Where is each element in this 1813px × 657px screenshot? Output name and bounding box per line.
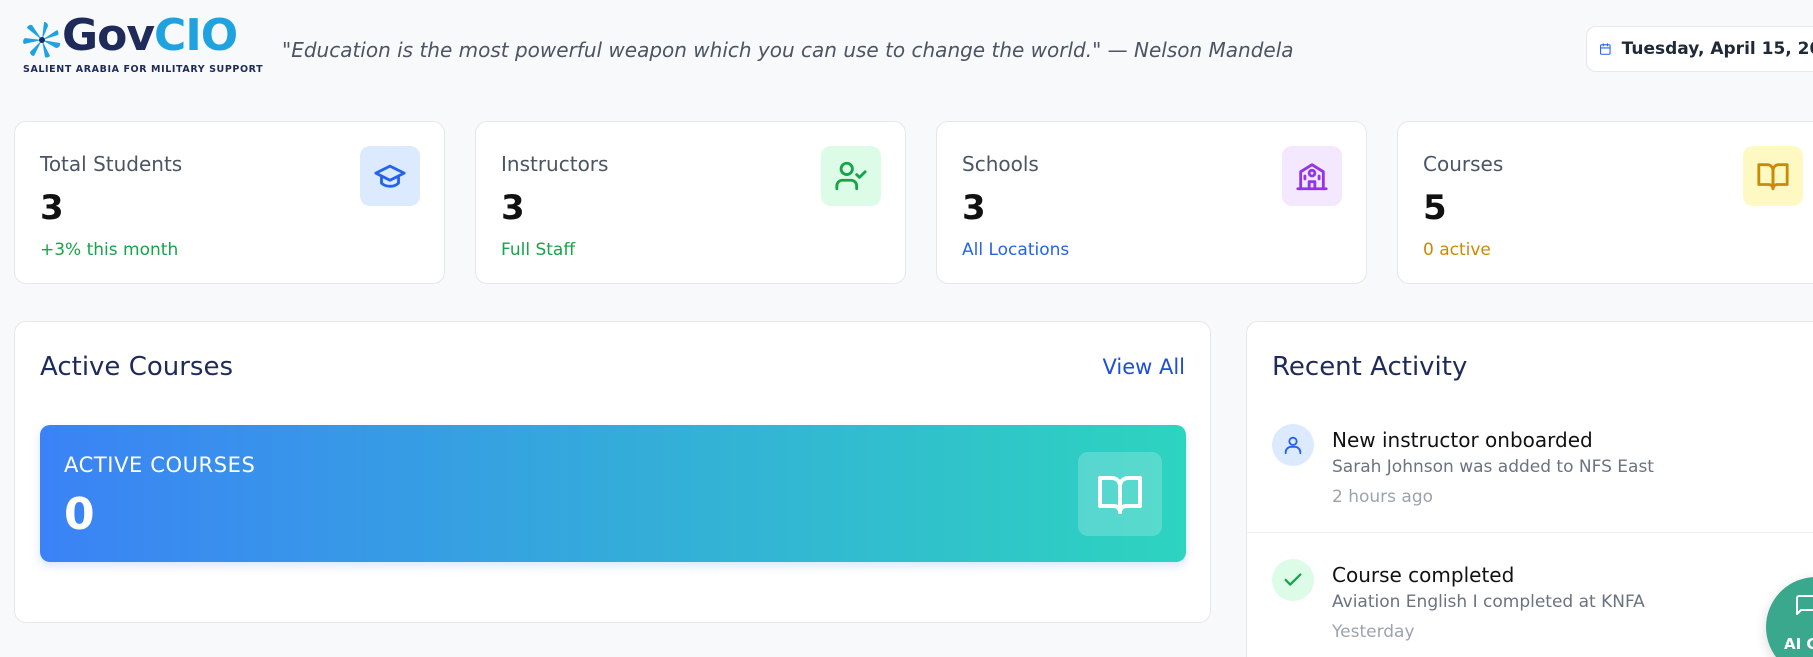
logo-wordmark: GovCIO <box>62 14 238 58</box>
date-text: Tuesday, April 15, 2025 <box>1621 39 1813 59</box>
banner-label: ACTIVE COURSES <box>64 453 256 477</box>
book-open-icon <box>1743 146 1803 206</box>
calendar-icon <box>1600 43 1611 55</box>
stat-sub: 0 active <box>1423 240 1491 260</box>
chat-bubble-icon <box>1796 595 1813 615</box>
active-courses-panel: Active Courses View All ACTIVE COURSES 0 <box>14 321 1211 623</box>
pinwheel-logo-icon <box>23 22 61 58</box>
date-display: Tuesday, April 15, 2025 <box>1586 26 1813 72</box>
logo-tagline: SALIENT ARABIA FOR MILITARY SUPPORT <box>23 64 264 75</box>
activity-divider <box>1247 532 1813 533</box>
stat-label: Schools <box>962 152 1039 176</box>
check-icon <box>1272 559 1314 601</box>
view-all-link[interactable]: View All <box>1102 355 1185 379</box>
activity-title: Course completed <box>1332 563 1515 587</box>
panel-title: Recent Activity <box>1272 352 1468 382</box>
stat-card-courses[interactable]: Courses 5 0 active <box>1397 121 1813 284</box>
govcio-logo[interactable]: GovCIO SALIENT ARABIA FOR MILITARY SUPPO… <box>22 14 263 78</box>
panel-title: Active Courses <box>40 352 234 382</box>
recent-activity-panel: Recent Activity New instructor onboarded… <box>1246 321 1813 657</box>
activity-title: New instructor onboarded <box>1332 428 1593 452</box>
user-check-icon <box>821 146 881 206</box>
stat-card-total-students[interactable]: Total Students 3 +3% this month <box>14 121 445 284</box>
stat-value: 3 <box>962 188 986 228</box>
logo-gov: Gov <box>62 10 155 61</box>
stat-label: Courses <box>1423 152 1504 176</box>
ai-chat-label: AI Chat <box>1784 635 1813 653</box>
stat-sub: Full Staff <box>501 240 576 260</box>
banner-value: 0 <box>64 489 95 540</box>
stat-label: Instructors <box>501 152 609 176</box>
activity-time: 2 hours ago <box>1332 487 1434 507</box>
stat-card-instructors[interactable]: Instructors 3 Full Staff <box>475 121 906 284</box>
stat-sub: +3% this month <box>40 240 179 260</box>
header-quote: "Education is the most powerful weapon w… <box>282 38 1294 62</box>
stat-sub: All Locations <box>962 240 1070 260</box>
stat-value: 5 <box>1423 188 1447 228</box>
school-icon <box>1282 146 1342 206</box>
book-open-icon <box>1078 452 1162 536</box>
active-courses-banner[interactable]: ACTIVE COURSES 0 <box>40 425 1186 562</box>
activity-time: Yesterday <box>1332 622 1415 642</box>
activity-desc: Aviation English I completed at KNFA <box>1332 592 1645 612</box>
graduation-cap-icon <box>360 146 420 206</box>
stat-value: 3 <box>501 188 525 228</box>
stat-card-schools[interactable]: Schools 3 All Locations <box>936 121 1367 284</box>
stat-label: Total Students <box>40 152 183 176</box>
activity-desc: Sarah Johnson was added to NFS East <box>1332 457 1654 477</box>
activity-item[interactable]: Course completed Aviation English I comp… <box>1247 557 1813 657</box>
logo-cio: CIO <box>154 10 238 61</box>
stat-value: 3 <box>40 188 64 228</box>
user-icon <box>1272 424 1314 466</box>
